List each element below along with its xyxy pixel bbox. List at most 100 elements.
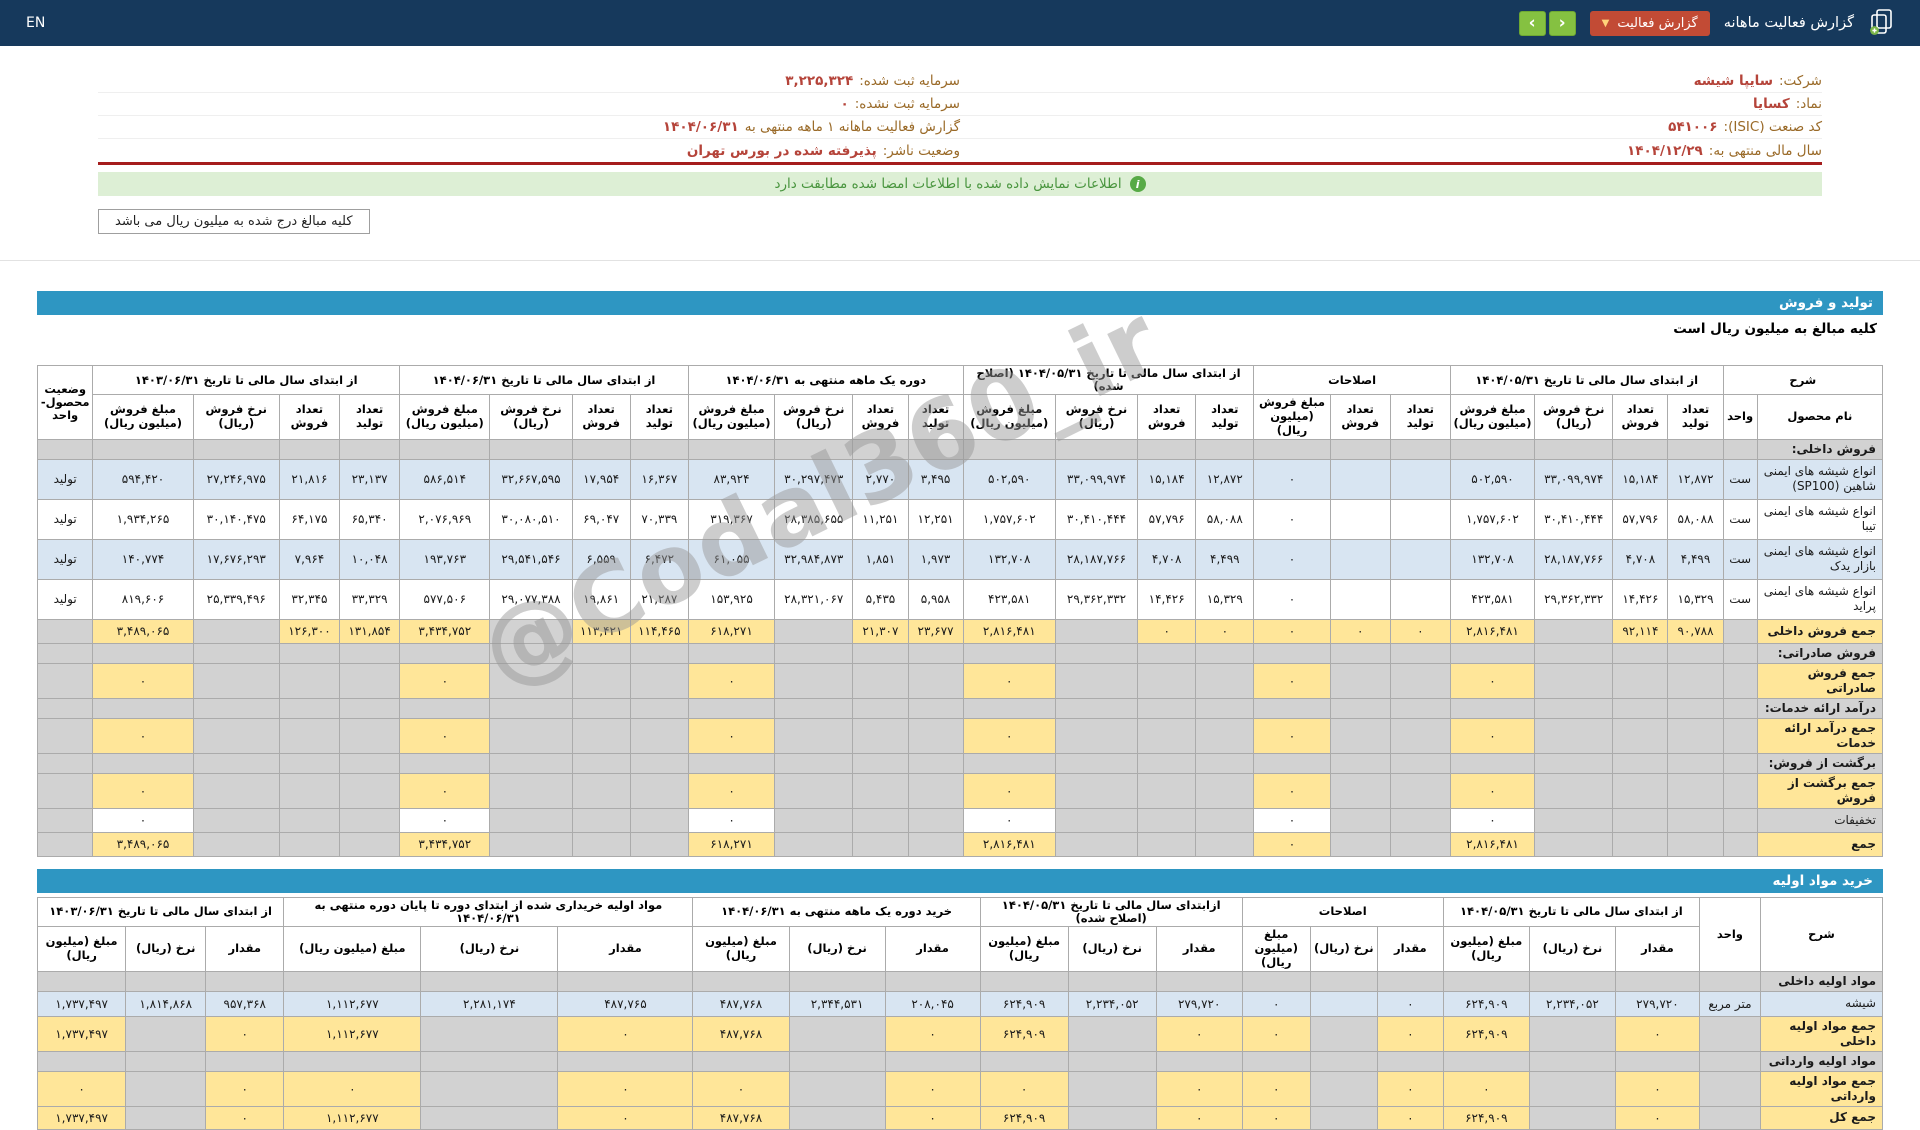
value-cell — [884, 1050, 981, 1072]
value-cell — [687, 642, 776, 664]
value-cell — [92, 438, 194, 460]
col-group-ytd-current: از ابتدای سال مالی تا تاریخ ۱۴۰۴/۰۶/۳۱ — [399, 364, 689, 396]
value-cell: ۴,۷۰۸ — [1137, 538, 1197, 580]
value-cell: ۰ — [92, 717, 194, 754]
value-cell — [1067, 1050, 1157, 1072]
value-cell — [92, 642, 194, 664]
value-cell — [1667, 752, 1724, 774]
value-cell — [571, 642, 631, 664]
value-cell — [1534, 831, 1614, 857]
value-cell: ۳۲,۹۸۴,۸۷۳ — [774, 538, 854, 580]
value-cell — [1329, 438, 1391, 460]
col-sale-rate: نرخ فروش (ریال) — [774, 394, 854, 440]
value-cell — [629, 662, 689, 699]
value-cell — [125, 1070, 207, 1107]
value-cell — [1612, 697, 1669, 719]
value-cell: ۱۱۳,۴۲۱ — [571, 618, 631, 644]
col-qty-sold: تعداد فروش — [1329, 394, 1391, 440]
col-sale-amount: مبلغ فروش (میلیون ریال) — [92, 394, 194, 440]
status-cell — [36, 642, 94, 664]
value-cell — [1067, 1105, 1157, 1130]
prev-period-button[interactable]: ‹ — [1518, 10, 1546, 36]
value-cell: ۶۲۴,۹۰۹ — [979, 990, 1069, 1017]
language-toggle[interactable]: EN — [26, 15, 45, 31]
value-cell: ۶۴,۱۷۵ — [278, 498, 341, 540]
value-cell — [1612, 717, 1669, 754]
total-row: تخفیفات ۰ ۰ ۰ ۰ ۰ ۰ — [36, 807, 1884, 833]
value-cell: ۰ — [1614, 1070, 1700, 1107]
unit-cell: متر مربع — [1698, 990, 1761, 1017]
value-cell: ۲,۸۱۶,۴۸۱ — [962, 831, 1056, 857]
t1-header: شرح از ابتدای سال مالی تا تاریخ ۱۴۰۴/۰۵/… — [36, 364, 1884, 440]
value-cell: ۲۹,۵۴۱,۵۴۶ — [489, 538, 573, 580]
value-cell — [1667, 772, 1724, 809]
row-label: جمع مواد اولیه داخلی — [1759, 1015, 1884, 1052]
value-cell — [36, 970, 127, 992]
report-type-dropdown[interactable]: گزارش فعالیت ▼ — [1589, 10, 1710, 36]
value-cell — [1528, 1050, 1616, 1072]
value-cell — [1137, 662, 1197, 699]
value-cell — [1449, 697, 1536, 719]
value-cell: ۰ — [1241, 1105, 1311, 1130]
value-cell — [1534, 697, 1614, 719]
value-cell: ۲۷,۲۴۶,۹۷۵ — [192, 458, 280, 500]
info-label: گزارش فعالیت ماهانه ۱ ماهه منتهی به — [744, 119, 960, 135]
value-cell — [571, 807, 631, 833]
value-cell: ۲۷۹,۷۲۰ — [1155, 990, 1243, 1017]
value-cell: ۱,۷۵۷,۶۰۲ — [1449, 498, 1536, 540]
value-cell — [1309, 970, 1378, 992]
value-cell — [788, 1050, 886, 1072]
value-cell — [788, 1070, 886, 1107]
report-copy-icon[interactable] — [1868, 8, 1894, 39]
value-cell — [1137, 831, 1197, 857]
value-cell: ۵۷,۷۹۶ — [1612, 498, 1669, 540]
value-cell: ۰ — [399, 807, 491, 833]
value-cell: ۶۲۴,۹۰۹ — [1442, 1105, 1530, 1130]
value-cell — [1667, 642, 1724, 664]
unit-cell — [1698, 1050, 1761, 1072]
unit-cell — [1722, 642, 1758, 664]
value-cell — [1067, 1015, 1157, 1052]
col-amount: مبلغ (میلیون ریال) — [979, 926, 1069, 972]
value-cell — [339, 752, 401, 774]
value-cell — [1195, 717, 1255, 754]
value-cell: ۶۱۸,۲۷۱ — [687, 831, 776, 857]
value-cell — [278, 717, 341, 754]
value-cell — [1253, 642, 1331, 664]
value-cell — [1534, 807, 1614, 833]
section-header-row: فروش صادراتی: — [36, 642, 1884, 664]
t1-body: فروش داخلی: انواع شیشه های ایمنی شاهین (S… — [36, 438, 1884, 857]
value-cell — [1534, 717, 1614, 754]
col-qty-sold: تعداد فروش — [1137, 394, 1197, 440]
total-row: جمع ۲,۸۱۶,۴۸۱ ۰ ۲,۸۱۶,۴۸۱ ۶۱۸,۲۷۱ ۳,۴۳۴,۷۵۲ ۳,… — [36, 831, 1884, 857]
company-info-left-column: سرمایه ثبت شده: ۳,۲۲۵,۳۲۴ سرمایه ثبت نشد… — [98, 70, 960, 162]
col-unit: واحد — [1698, 896, 1761, 972]
unit-cell — [1698, 1015, 1761, 1052]
value-cell: ۱۹,۸۶۱ — [571, 578, 631, 620]
value-cell — [1667, 438, 1724, 460]
col-group-sharh: شرح — [1722, 364, 1884, 396]
value-cell — [278, 662, 341, 699]
next-period-button[interactable]: › — [1548, 10, 1576, 36]
status-cell: تولید — [36, 578, 94, 620]
value-cell: ۳۳,۳۲۹ — [339, 578, 401, 620]
value-cell — [1137, 717, 1197, 754]
value-cell: ۰ — [884, 1105, 981, 1130]
report-dropdown-label: گزارش فعالیت — [1617, 15, 1698, 31]
value-cell: ۹۲,۱۱۴ — [1612, 618, 1669, 644]
value-cell: ۰ — [92, 772, 194, 809]
value-cell — [192, 618, 280, 644]
unit-cell — [1722, 807, 1758, 833]
value-cell — [278, 807, 341, 833]
value-cell — [629, 438, 689, 460]
value-cell — [489, 642, 573, 664]
value-cell: ۰ — [687, 717, 776, 754]
value-cell — [1309, 990, 1378, 1017]
value-cell — [489, 752, 573, 774]
value-cell — [629, 807, 689, 833]
value-cell: ۶,۵۵۹ — [571, 538, 631, 580]
value-cell: ۰ — [962, 717, 1056, 754]
value-cell: ۴۸۷,۷۶۸ — [692, 1015, 790, 1052]
value-cell — [629, 752, 689, 774]
unit-cell — [1722, 772, 1758, 809]
